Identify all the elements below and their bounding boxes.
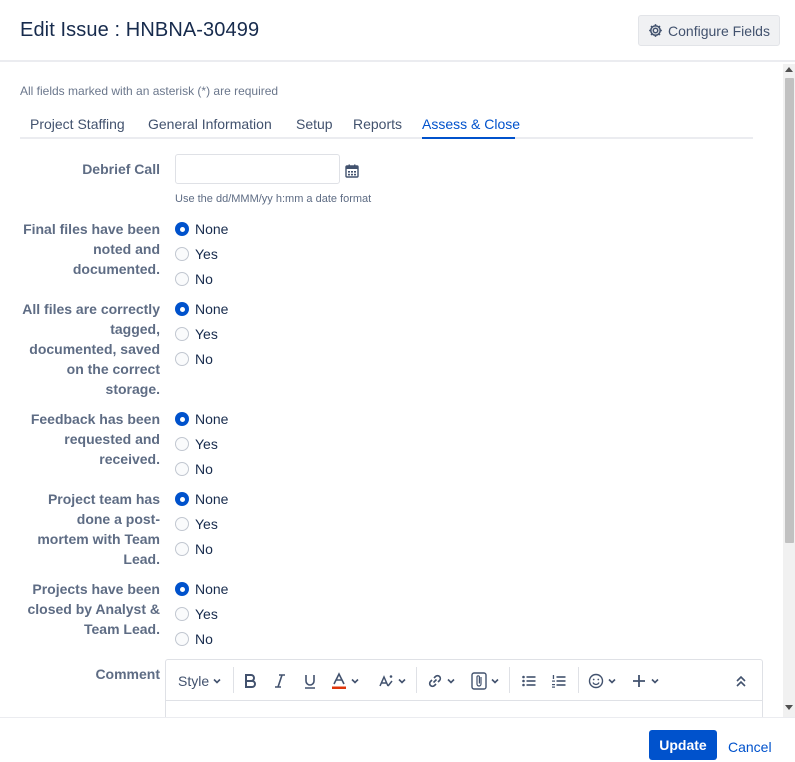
radio-unchecked-icon (175, 542, 189, 556)
configure-fields-button[interactable]: Configure Fields (638, 15, 780, 46)
radio-unchecked-icon (175, 517, 189, 531)
radio-checked-icon (175, 492, 189, 506)
scroll-down-icon[interactable] (785, 705, 793, 710)
question-3-radio-yes[interactable]: Yes (175, 435, 218, 453)
tab-reports[interactable]: Reports (353, 116, 402, 132)
question-3-radio-no[interactable]: No (175, 460, 213, 478)
radio-checked-icon (175, 222, 189, 236)
editor-toolbar: Style (166, 660, 762, 701)
radio-unchecked-icon (175, 437, 189, 451)
content-scrollbar[interactable] (783, 64, 795, 717)
question-1-label: Final files have been noted and document… (23, 221, 160, 277)
toolbar-separator (416, 667, 417, 693)
bold-button[interactable] (243, 670, 257, 692)
text-color-dropdown[interactable] (331, 670, 360, 692)
dialog-header: Edit Issue : HNBNA-30499 Configure Field… (0, 0, 795, 62)
required-note: All fields marked with an asterisk (*) a… (20, 84, 279, 98)
question-1-radio-none[interactable]: None (175, 220, 228, 238)
underline-button[interactable] (303, 670, 317, 692)
chevron-down-icon (351, 678, 359, 684)
double-chevron-up-icon (736, 675, 746, 687)
dialog-footer: Update Cancel (0, 717, 795, 762)
comment-label: Comment (95, 666, 160, 682)
italic-button[interactable] (273, 670, 287, 692)
numbered-list-button[interactable] (551, 670, 567, 692)
update-button[interactable]: Update (649, 730, 717, 760)
configure-fields-label: Configure Fields (668, 22, 770, 39)
debrief-call-label: Debrief Call (82, 161, 160, 177)
toolbar-separator (509, 667, 510, 693)
question-4-label: Project team has done a post- mortem wit… (37, 491, 160, 567)
question-2-radio-no[interactable]: No (175, 350, 213, 368)
link-icon (428, 674, 442, 688)
radio-unchecked-icon (175, 247, 189, 261)
bold-icon (245, 674, 256, 688)
question-1-radio-no[interactable]: No (175, 270, 213, 288)
calendar-icon[interactable] (345, 164, 359, 178)
bullet-list-icon (522, 675, 536, 687)
insert-dropdown[interactable] (631, 670, 660, 692)
numbered-list-icon (552, 675, 566, 688)
tab-assess-close[interactable]: Assess & Close (422, 116, 520, 132)
cancel-link[interactable]: Cancel (728, 739, 772, 755)
italic-icon (275, 674, 285, 688)
radio-checked-icon (175, 302, 189, 316)
attachment-icon (471, 672, 487, 690)
question-5-label: Projects have been closed by Analyst & T… (27, 581, 160, 637)
chevron-down-icon (447, 678, 455, 684)
question-3-label: Feedback has been requested and received… (30, 411, 160, 467)
bullet-list-button[interactable] (521, 670, 537, 692)
question-4-radio-no[interactable]: No (175, 540, 213, 558)
radio-unchecked-icon (175, 462, 189, 476)
chevron-down-icon (491, 678, 499, 684)
more-formatting-dropdown[interactable] (378, 670, 407, 692)
collapse-toolbar-button[interactable] (735, 670, 747, 692)
radio-checked-icon (175, 582, 189, 596)
radio-unchecked-icon (175, 272, 189, 286)
tab-bar: Project Staffing General Information Set… (20, 108, 753, 139)
toolbar-separator (233, 667, 234, 693)
radio-unchecked-icon (175, 632, 189, 646)
plus-icon (633, 675, 645, 687)
scroll-up-icon[interactable] (785, 67, 793, 72)
question-5-radio-no[interactable]: No (175, 630, 213, 648)
active-tab-indicator (422, 137, 515, 139)
question-5-radio-yes[interactable]: Yes (175, 605, 218, 623)
date-format-hint: Use the dd/MMM/yy h:mm a date format (175, 193, 372, 205)
chevron-down-icon (213, 678, 221, 684)
question-2-label: All files are correctly tagged, document… (22, 301, 160, 397)
style-dropdown[interactable]: Style (178, 670, 222, 692)
question-2-radio-none[interactable]: None (175, 300, 228, 318)
question-4-radio-yes[interactable]: Yes (175, 515, 218, 533)
text-style-icon (379, 675, 393, 687)
comment-editor[interactable]: Style (165, 659, 763, 717)
question-3-radio-none[interactable]: None (175, 410, 228, 428)
emoji-dropdown[interactable] (588, 670, 617, 692)
radio-unchecked-icon (175, 352, 189, 366)
question-1-radio-yes[interactable]: Yes (175, 245, 218, 263)
scroll-thumb[interactable] (785, 78, 794, 543)
radio-checked-icon (175, 412, 189, 426)
text-color-icon (332, 672, 346, 689)
tab-general-information[interactable]: General Information (148, 116, 272, 132)
question-4-radio-none[interactable]: None (175, 490, 228, 508)
tab-project-staffing[interactable]: Project Staffing (30, 116, 125, 132)
question-2-radio-yes[interactable]: Yes (175, 325, 218, 343)
radio-unchecked-icon (175, 607, 189, 621)
emoji-icon (588, 673, 604, 689)
link-dropdown[interactable] (427, 670, 456, 692)
gear-icon (649, 24, 662, 37)
chevron-down-icon (651, 678, 659, 684)
debrief-call-input[interactable] (175, 154, 340, 184)
chevron-down-icon (608, 678, 616, 684)
chevron-down-icon (398, 678, 406, 684)
question-5-radio-none[interactable]: None (175, 580, 228, 598)
radio-unchecked-icon (175, 327, 189, 341)
attachment-dropdown[interactable] (471, 670, 500, 692)
dialog-title: Edit Issue : HNBNA-30499 (20, 19, 260, 41)
dialog-content: All fields marked with an asterisk (*) a… (0, 64, 783, 717)
tab-setup[interactable]: Setup (296, 116, 333, 132)
toolbar-separator (578, 667, 579, 693)
underline-icon (305, 675, 315, 689)
